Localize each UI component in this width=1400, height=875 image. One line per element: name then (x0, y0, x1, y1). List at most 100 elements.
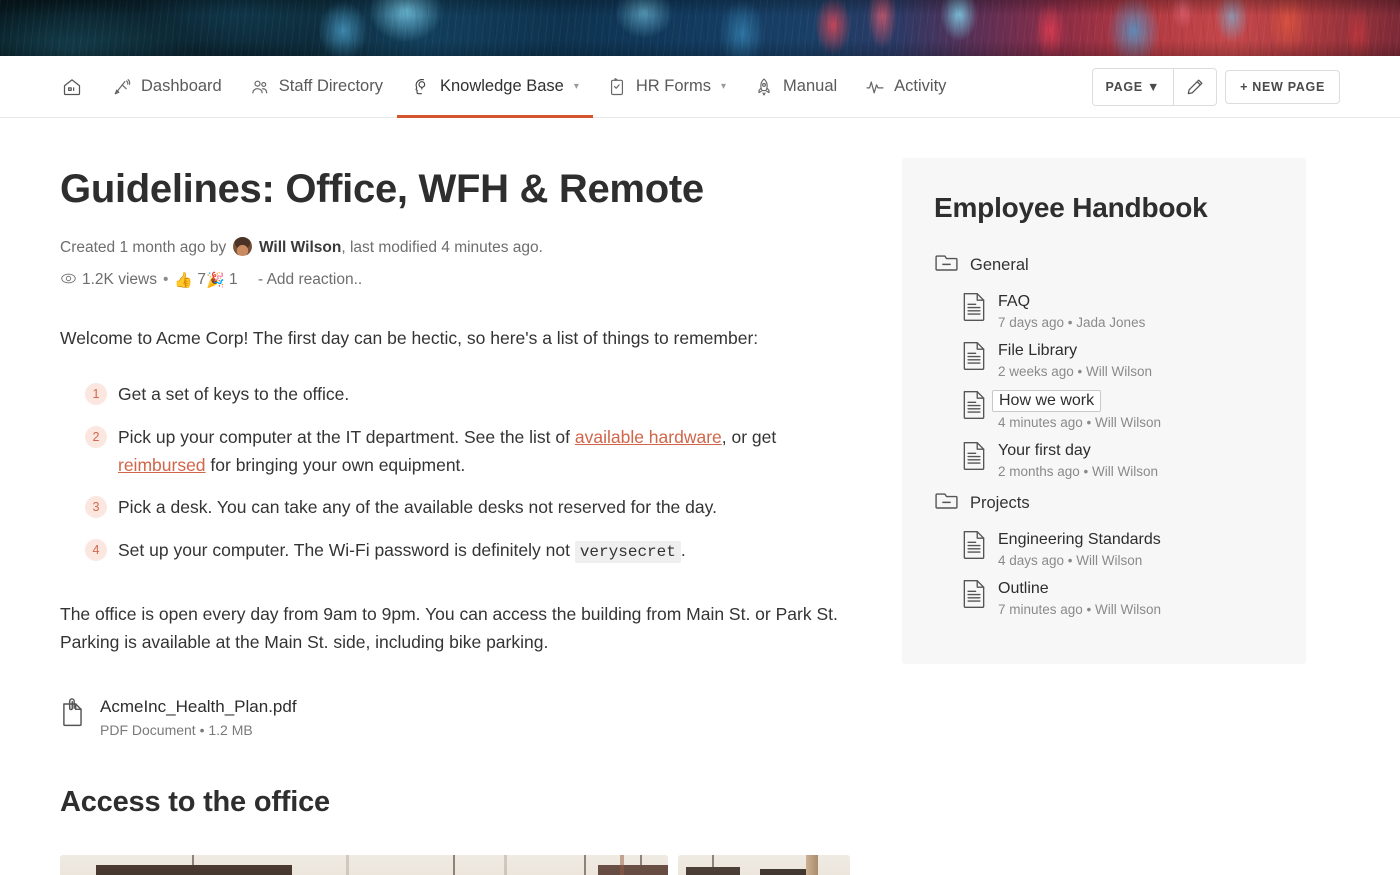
sidebar-item-home[interactable] (62, 56, 98, 117)
list-item: 4 Set up your computer. The Wi-Fi passwor… (60, 536, 850, 566)
folder-general[interactable]: General (934, 252, 1274, 278)
lamp-shade (598, 864, 668, 875)
nav-item-hr-forms[interactable]: HR Forms ▾ (593, 56, 740, 117)
lamp-shade (96, 864, 292, 875)
doc-name-active[interactable]: How we work (992, 390, 1102, 412)
link-reimbursed[interactable]: reimbursed (118, 455, 206, 475)
lamp-cord (584, 854, 586, 875)
new-page-button[interactable]: + NEW PAGE (1225, 69, 1340, 104)
office-hours-paragraph: The office is open every day from 9am to… (60, 604, 838, 653)
steps-list: 1 Get a set of keys to the office. 2 Pick… (60, 380, 850, 565)
nav-item-activity[interactable]: Activity (851, 56, 960, 117)
doc-meta: 4 days ago • Will Wilson (998, 553, 1143, 568)
nav-label-staff-directory: Staff Directory (278, 77, 383, 95)
document-icon (962, 579, 986, 613)
link-available-hardware[interactable]: available hardware (575, 427, 722, 447)
doc-name[interactable]: File Library (998, 342, 1077, 360)
nav-label-hr-forms: HR Forms (635, 77, 712, 95)
doc-name[interactable]: Your first day (998, 442, 1091, 460)
doc-meta: 2 months ago • Will Wilson (998, 464, 1159, 479)
party-popper-emoji[interactable]: 🎉 (206, 272, 225, 289)
nav-item-knowledge-base[interactable]: Knowledge Base ▾ (396, 56, 593, 118)
doc-meta: 7 days ago • Jada Jones (998, 315, 1146, 330)
step-text: Get a set of keys to the office. (118, 384, 350, 405)
doc-name[interactable]: Engineering Standards (998, 531, 1161, 549)
lamp-cord (453, 854, 455, 875)
wood-panel (806, 854, 818, 875)
nav-item-staff-directory[interactable]: Staff Directory (236, 56, 397, 117)
add-reaction-button[interactable]: - Add reaction.. (258, 271, 362, 288)
step-number: 2 (85, 425, 107, 448)
step-number: 3 (85, 496, 107, 519)
wall-seam (346, 854, 349, 875)
doc-text: How we work 4 minutes ago • Will Wilson (992, 390, 1162, 430)
list-item-file-library[interactable]: File Library 2 weeks ago • Will Wilson (962, 341, 1274, 379)
eye-icon (60, 267, 77, 299)
folder-label: General (970, 255, 1029, 274)
inline-code-password: verysecret (574, 540, 681, 563)
list-item-how-we-work[interactable]: How we work 4 minutes ago • Will Wilson (962, 390, 1274, 430)
article-metadata: Created 1 month ago by Will Wilson, last… (60, 232, 850, 299)
list-item-your-first-day[interactable]: Your first day 2 months ago • Will Wilso… (962, 441, 1274, 479)
people-icon (250, 77, 270, 97)
head-idea-icon (411, 77, 431, 97)
step-text-tail: . (680, 539, 686, 560)
list-item-outline[interactable]: Outline 7 minutes ago • Will Wilson (962, 579, 1274, 617)
modified-text: , last modified 4 minutes ago. (341, 239, 543, 256)
wall-seam (504, 854, 507, 875)
document-icon (962, 292, 986, 326)
nav-label-dashboard: Dashboard (141, 77, 222, 95)
step-number: 4 (85, 538, 107, 561)
list-item: 1 Get a set of keys to the office. (60, 380, 850, 408)
article-content: Guidelines: Office, WFH & Remote Created… (60, 118, 850, 875)
doc-meta: 4 minutes ago • Will Wilson (998, 415, 1162, 430)
attachment-item[interactable]: AcmeInc_Health_Plan.pdf PDF Document • 1… (60, 697, 850, 738)
party-count: 1 (229, 270, 238, 288)
step-text: Pick up your computer at the IT departme… (118, 426, 575, 447)
photo-office-lamps-wide[interactable] (60, 854, 668, 875)
author-name[interactable]: Will Wilson (259, 239, 341, 256)
hero-banner-image (0, 0, 1400, 56)
megaphone-icon (112, 77, 132, 97)
folder-label: Projects (970, 493, 1030, 512)
page-title: Guidelines: Office, WFH & Remote (60, 167, 704, 211)
photo-office-lamps-narrow[interactable] (678, 854, 850, 875)
doc-meta: 2 weeks ago • Will Wilson (998, 364, 1153, 379)
rocket-icon (754, 77, 774, 97)
document-icon (962, 341, 986, 375)
paperclip-document-icon (60, 697, 86, 732)
page-body: Guidelines: Office, WFH & Remote Created… (0, 118, 1400, 875)
list-item: 2 Pick up your computer at the IT departm… (60, 423, 850, 480)
separator-dot: • (162, 270, 169, 288)
list-item-faq[interactable]: FAQ 7 days ago • Jada Jones (962, 292, 1274, 330)
thumbs-up-emoji[interactable]: 👍 (174, 272, 193, 289)
view-count: 1.2K views (82, 270, 157, 288)
avatar (232, 237, 252, 256)
metadata-stats-row: 1.2K views • 👍 7🎉 1 - Add reaction.. (60, 264, 850, 299)
employee-handbook-panel: Employee Handbook General FAQ 7 days ago… (902, 158, 1306, 664)
step-text-post: for bringing your own equipment. (205, 454, 466, 475)
doc-list-projects: Engineering Standards 4 days ago • Will … (962, 530, 1274, 617)
chevron-down-icon[interactable]: ▾ (574, 81, 579, 92)
lamp-cord (712, 854, 714, 867)
doc-name[interactable]: FAQ (998, 293, 1030, 311)
chevron-down-icon[interactable]: ▾ (721, 81, 726, 92)
list-item-engineering-standards[interactable]: Engineering Standards 4 days ago • Will … (962, 530, 1274, 568)
nav-item-dashboard[interactable]: Dashboard (98, 56, 236, 117)
folder-projects[interactable]: Projects (934, 490, 1274, 516)
page-dropdown-button[interactable]: PAGE ▼ (1092, 68, 1174, 105)
list-item: 3 Pick a desk. You can take any of the a… (60, 493, 850, 521)
step-text: Pick a desk. You can take any of the ava… (118, 497, 717, 518)
section-heading: Access to the office (60, 785, 330, 818)
doc-text: Engineering Standards 4 days ago • Will … (998, 530, 1161, 568)
doc-name[interactable]: Outline (998, 580, 1049, 598)
edit-page-button[interactable] (1174, 68, 1217, 105)
attachment-filename[interactable]: AcmeInc_Health_Plan.pdf (100, 697, 297, 717)
document-icon (962, 441, 986, 475)
clipboard-check-icon (607, 77, 627, 97)
nav-item-manual[interactable]: Manual (740, 56, 851, 117)
wood-trim (620, 854, 624, 875)
nav-items-group: Dashboard Staff Directory Knowledge Base… (62, 56, 960, 118)
doc-list-general: FAQ 7 days ago • Jada Jones File Library (962, 292, 1274, 479)
photo-gallery (60, 854, 850, 875)
